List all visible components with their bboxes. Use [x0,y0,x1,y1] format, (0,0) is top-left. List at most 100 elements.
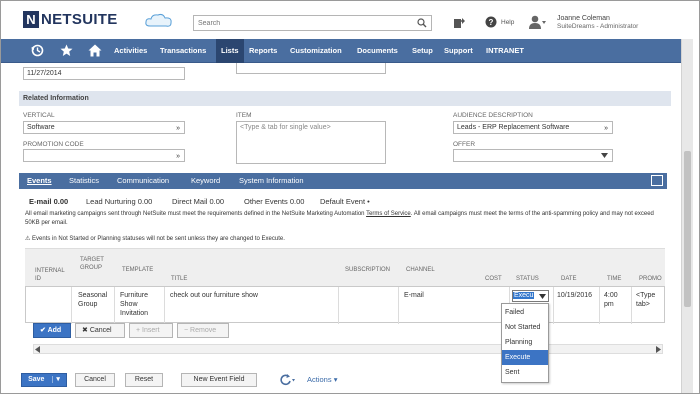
cancel-button[interactable]: Cancel [75,373,115,387]
nav-customization[interactable]: Customization [285,39,347,63]
subtab-email[interactable]: E-mail 0.00 [29,197,68,206]
global-search[interactable] [193,15,432,31]
logo-text: NETSUITE [41,11,118,28]
help-link[interactable]: Help [501,19,514,26]
nav-intranet[interactable]: INTRANET [481,39,529,63]
double-chevron-icon: » [176,125,180,132]
nav-transactions[interactable]: Transactions [155,39,211,63]
cell-time[interactable]: 4:00 pm [604,291,628,309]
subtab-bar: Events Statistics Communication Keyword … [19,173,667,189]
help-icon[interactable]: ? [485,16,497,28]
date-field[interactable]: 11/27/2014 [23,67,185,80]
double-chevron-icon: » [604,125,608,132]
user-avatar-icon[interactable] [529,15,547,29]
horizontal-scrollbar[interactable] [33,344,663,354]
column-divider [631,287,632,324]
tab-system-information[interactable]: System Information [239,173,304,189]
search-input[interactable] [194,16,404,30]
column-divider [164,287,165,324]
tab-keyword[interactable]: Keyword [191,173,220,189]
cell-title[interactable]: check out our furniture show [170,291,258,300]
cell-channel[interactable]: E-mail [404,291,424,300]
promotion-code-label: PROMOTION CODE [23,141,84,148]
col-promo: PROMO [639,276,662,282]
scroll-thumb[interactable] [684,151,691,307]
tab-statistics[interactable]: Statistics [69,173,99,189]
offer-select[interactable] [453,149,613,162]
remove-line-button[interactable]: − Remove [177,323,229,338]
subtab-direct-mail[interactable]: Direct Mail 0.00 [172,197,224,206]
refresh-icon[interactable] [279,374,295,386]
scroll-right-icon[interactable] [655,346,661,353]
item-multiselect[interactable]: <Type & tab for single value> [236,121,386,164]
related-information-header[interactable]: Related Information [19,91,671,106]
star-icon[interactable] [60,44,73,57]
events-grid-header: INTERNAL ID TARGET GROUP TEMPLATE TITLE … [25,248,665,286]
cell-date[interactable]: 10/19/2016 [557,291,592,300]
nav-reports[interactable]: Reports [244,39,282,63]
reset-button[interactable]: Reset [125,373,163,387]
status-option-execute[interactable]: Execute [502,350,548,365]
audience-value: Leads - ERP Replacement Software [457,124,570,131]
search-icon[interactable] [417,18,427,28]
nav-support[interactable]: Support [439,39,478,63]
status-option-not-started[interactable]: Not Started [502,320,548,335]
cell-target-group[interactable]: Seasonal Group [78,291,112,309]
checkmark-icon: ✔ [40,327,48,334]
actions-label: Actions [307,375,332,384]
nav-setup[interactable]: Setup [407,39,438,63]
promotion-code-select[interactable]: » [23,149,185,162]
column-divider [553,287,554,324]
terms-notice: All email marketing campaigns sent throu… [25,210,665,228]
save-button[interactable]: Save ▾ [21,373,67,387]
app-window: N NETSUITE ? Help Joanne Colem [0,0,700,394]
execute-notice: ⚠ Events in Not Started or Planning stat… [25,235,285,242]
add-line-button[interactable]: ✔ Add [33,323,71,338]
subtab-lead-nurturing[interactable]: Lead Nurturing 0.00 [86,197,152,206]
cancel-line-button[interactable]: ✖ Cancel [75,323,125,338]
subtab-default-event[interactable]: Default Event • [320,197,370,206]
audience-select[interactable]: Leads - ERP Replacement Software » [453,121,613,134]
user-role: SuiteDreams - Administrator [557,23,639,30]
col-status: STATUS [516,276,539,282]
status-option-sent[interactable]: Sent [502,365,548,380]
status-select[interactable]: Execu [512,290,549,302]
column-divider [71,287,72,324]
user-name[interactable]: Joanne Coleman [557,15,610,22]
home-icon[interactable] [88,44,102,57]
vertical-scrollbar[interactable] [681,39,693,393]
status-option-failed[interactable]: Failed [502,305,548,320]
cell-promo[interactable]: <Type tab> [636,291,664,309]
chevron-down-icon [539,294,546,299]
chevron-down-icon[interactable]: ▾ [52,376,60,383]
info-icon: ⚠ [25,236,33,242]
column-divider [338,287,339,324]
nav-lists[interactable]: Lists [216,39,244,63]
table-row[interactable]: Seasonal Group Furniture Show Invitation… [25,286,665,324]
new-event-field-button[interactable]: New Event Field [181,373,257,387]
recent-records-icon[interactable] [453,16,467,29]
double-chevron-icon: » [176,153,180,160]
status-option-planning[interactable]: Planning [502,335,548,350]
nav-documents[interactable]: Documents [352,39,403,63]
terms-of-service-link[interactable]: Terms of Service [366,211,411,217]
col-template: TEMPLATE [122,267,154,273]
memo-field[interactable] [236,63,386,74]
recent-icon[interactable] [31,44,44,57]
subtab-other-events[interactable]: Other Events 0.00 [244,197,304,206]
status-dropdown-list: Failed Not Started Planning Execute Sent [501,303,549,383]
remove-label: Remove [190,327,217,334]
tab-events[interactable]: Events [27,173,52,189]
cell-template[interactable]: Furniture Show Invitation [120,291,160,318]
vertical-value: Software [27,124,55,131]
collapse-icon[interactable] [651,175,663,186]
netsuite-logo[interactable]: N NETSUITE [23,11,118,28]
insert-line-button[interactable]: + Insert [129,323,173,338]
vertical-select[interactable]: Software » [23,121,185,134]
tab-communication[interactable]: Communication [117,173,169,189]
scroll-left-icon[interactable] [35,346,41,353]
column-divider [398,287,399,324]
nav-activities[interactable]: Activities [109,39,152,63]
actions-menu[interactable]: Actions ▾ [307,375,337,384]
close-icon: ✖ [82,327,90,334]
